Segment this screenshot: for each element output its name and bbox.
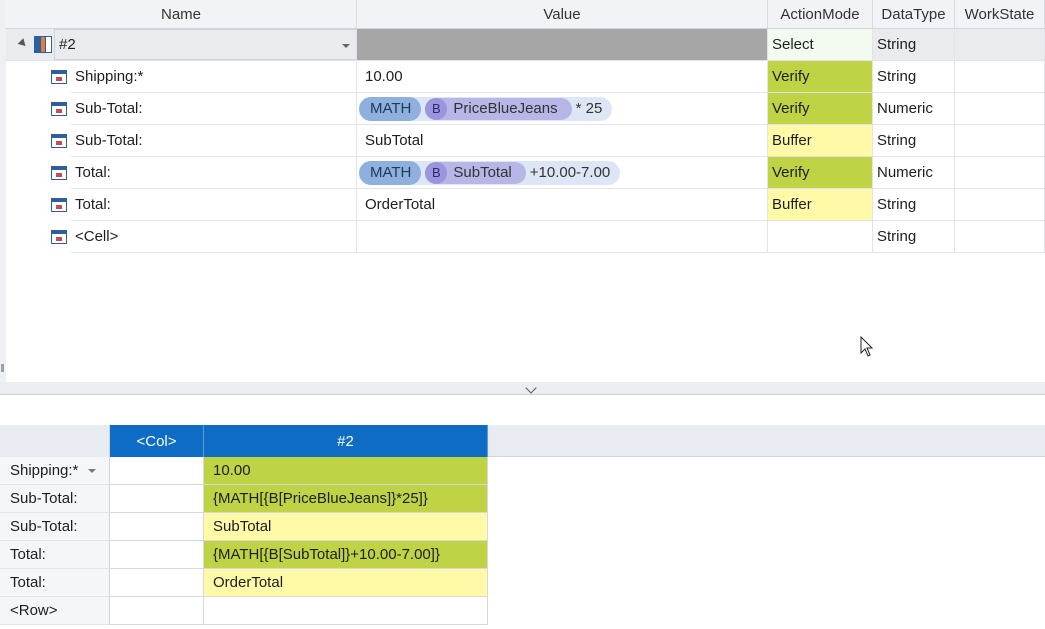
grid-cell-value[interactable] <box>204 597 488 625</box>
row-item-icon <box>51 70 67 84</box>
tree-group-row[interactable]: #2 Select String <box>0 29 1045 61</box>
column-header-name[interactable]: Name <box>6 0 357 29</box>
row-workstate-cell[interactable] <box>955 125 1045 157</box>
math-expression-token[interactable]: MATH B PriceBlueJeans * 25 <box>359 96 613 121</box>
tree-row[interactable]: Sub-Total: MATH B PriceBlueJeans * 25 Ve… <box>0 93 1045 125</box>
math-expression-token[interactable]: MATH B SubTotal +10.00-7.00 <box>359 160 621 185</box>
row-item-icon <box>51 230 67 244</box>
group-name-cell[interactable]: #2 <box>6 29 357 61</box>
row-name-cell[interactable]: <Cell> <box>71 221 357 253</box>
row-item-icon <box>51 134 67 148</box>
row-workstate-cell[interactable] <box>955 221 1045 253</box>
row-value-cell[interactable]: OrderTotal <box>357 189 768 221</box>
grid-cell-col[interactable] <box>110 597 204 625</box>
row-header[interactable]: Total: <box>0 541 110 569</box>
row-actionmode-cell[interactable]: Verify <box>768 61 873 93</box>
math-operator-text: +10.00-7.00 <box>529 164 611 181</box>
group-name-text: #2 <box>59 36 76 53</box>
grid-cell-col[interactable] <box>110 541 204 569</box>
row-header[interactable]: Total: <box>0 569 110 597</box>
group-actionmode-cell[interactable]: Select <box>768 29 873 61</box>
splitter-chevron-icon[interactable] <box>525 382 537 394</box>
row-workstate-cell[interactable] <box>955 157 1045 189</box>
row-header-label: Shipping:* <box>10 462 79 479</box>
mouse-cursor-icon <box>860 336 874 357</box>
row-workstate-cell[interactable] <box>955 61 1045 93</box>
column-header-actionmode[interactable]: ActionMode <box>768 0 873 29</box>
row-workstate-cell[interactable] <box>955 189 1045 221</box>
row-name-cell[interactable]: Sub-Total: <box>71 125 357 157</box>
row-actionmode-cell[interactable]: Verify <box>768 93 873 125</box>
row-datatype-cell[interactable]: Numeric <box>873 93 955 125</box>
row-value-cell[interactable]: MATH B PriceBlueJeans * 25 <box>357 93 768 125</box>
math-token[interactable]: MATH <box>359 160 422 185</box>
row-name-cell[interactable]: Sub-Total: <box>71 93 357 125</box>
column-header-workstate[interactable]: WorkState <box>955 0 1045 29</box>
group-value-cell[interactable] <box>357 29 768 61</box>
dropdown-arrow-icon[interactable] <box>88 468 97 473</box>
preview-grid: <Col> #2 Shipping:* 10.00 Sub-Total: {MA… <box>0 396 1045 629</box>
row-datatype-cell[interactable]: String <box>873 61 955 93</box>
tree-row[interactable]: <Cell> String <box>0 221 1045 253</box>
group-name-combo[interactable]: #2 <box>54 29 356 60</box>
grid-cell-col[interactable] <box>110 485 204 513</box>
row-item-icon <box>51 102 67 116</box>
row-datatype-cell[interactable]: String <box>873 189 955 221</box>
row-header[interactable]: Shipping:* <box>0 457 110 485</box>
row-item-icon <box>51 198 67 212</box>
row-item-icon <box>51 166 67 180</box>
dropdown-arrow-icon[interactable] <box>342 44 350 48</box>
row-header[interactable]: Sub-Total: <box>0 513 110 541</box>
row-datatype-cell[interactable]: Numeric <box>873 157 955 189</box>
table-icon <box>34 36 52 53</box>
buffer-name: SubTotal <box>453 164 512 181</box>
row-workstate-cell[interactable] <box>955 93 1045 125</box>
group-workstate-cell[interactable] <box>955 29 1045 61</box>
math-token[interactable]: MATH <box>359 96 422 121</box>
buffer-badge: B <box>425 97 448 120</box>
row-value-cell[interactable]: 10.00 <box>357 61 768 93</box>
column-header-value[interactable]: Value <box>357 0 768 29</box>
row-name-cell[interactable]: Total: <box>71 157 357 189</box>
row-name-cell[interactable]: Shipping:* <box>71 61 357 93</box>
tree-row[interactable]: Shipping:* 10.00 Verify String <box>0 61 1045 93</box>
group-datatype-cell[interactable]: String <box>873 29 955 61</box>
grid-cell-value[interactable]: SubTotal <box>204 513 488 541</box>
resize-nub[interactable] <box>1 364 4 372</box>
grid-cell-col[interactable] <box>110 513 204 541</box>
tree-grid: Name Value ActionMode DataType WorkState… <box>0 0 1045 382</box>
buffer-name: PriceBlueJeans <box>453 100 558 117</box>
row-actionmode-cell[interactable]: Buffer <box>768 125 873 157</box>
row-datatype-cell[interactable]: String <box>873 221 955 253</box>
grid-cell-value[interactable]: 10.00 <box>204 457 488 485</box>
row-value-cell[interactable]: MATH B SubTotal +10.00-7.00 <box>357 157 768 189</box>
row-actionmode-cell[interactable] <box>768 221 873 253</box>
column-header-2[interactable]: #2 <box>204 425 488 457</box>
math-operator-text: * 25 <box>575 100 603 117</box>
grid-cell-col[interactable] <box>110 457 204 485</box>
row-actionmode-cell[interactable]: Verify <box>768 157 873 189</box>
buffer-token[interactable]: B SubTotal <box>425 161 526 184</box>
row-value-cell[interactable] <box>357 221 768 253</box>
grid-corner[interactable] <box>0 425 110 457</box>
row-actionmode-cell[interactable]: Buffer <box>768 189 873 221</box>
row-name-cell[interactable]: Total: <box>71 189 357 221</box>
buffer-token[interactable]: B PriceBlueJeans <box>425 97 572 120</box>
panel-splitter[interactable] <box>0 382 1045 395</box>
row-datatype-cell[interactable]: String <box>873 125 955 157</box>
grid-cell-col[interactable] <box>110 569 204 597</box>
tree-row[interactable]: Sub-Total: SubTotal Buffer String <box>0 125 1045 157</box>
row-value-cell[interactable]: SubTotal <box>357 125 768 157</box>
column-header-col[interactable]: <Col> <box>110 425 204 457</box>
tree-row[interactable]: Total: MATH B SubTotal +10.00-7.00 Verif… <box>0 157 1045 189</box>
row-header[interactable]: Sub-Total: <box>0 485 110 513</box>
row-header[interactable]: <Row> <box>0 597 110 625</box>
grid-cell-value[interactable]: OrderTotal <box>204 569 488 597</box>
tree-row[interactable]: Total: OrderTotal Buffer String <box>0 189 1045 221</box>
grid-cell-value[interactable]: {MATH[{B[PriceBlueJeans]}*25]} <box>204 485 488 513</box>
column-header-datatype[interactable]: DataType <box>873 0 955 29</box>
buffer-badge: B <box>425 161 448 184</box>
grid-cell-value[interactable]: {MATH[{B[SubTotal]}+10.00-7.00]} <box>204 541 488 569</box>
expand-arrow-icon[interactable] <box>17 38 29 49</box>
